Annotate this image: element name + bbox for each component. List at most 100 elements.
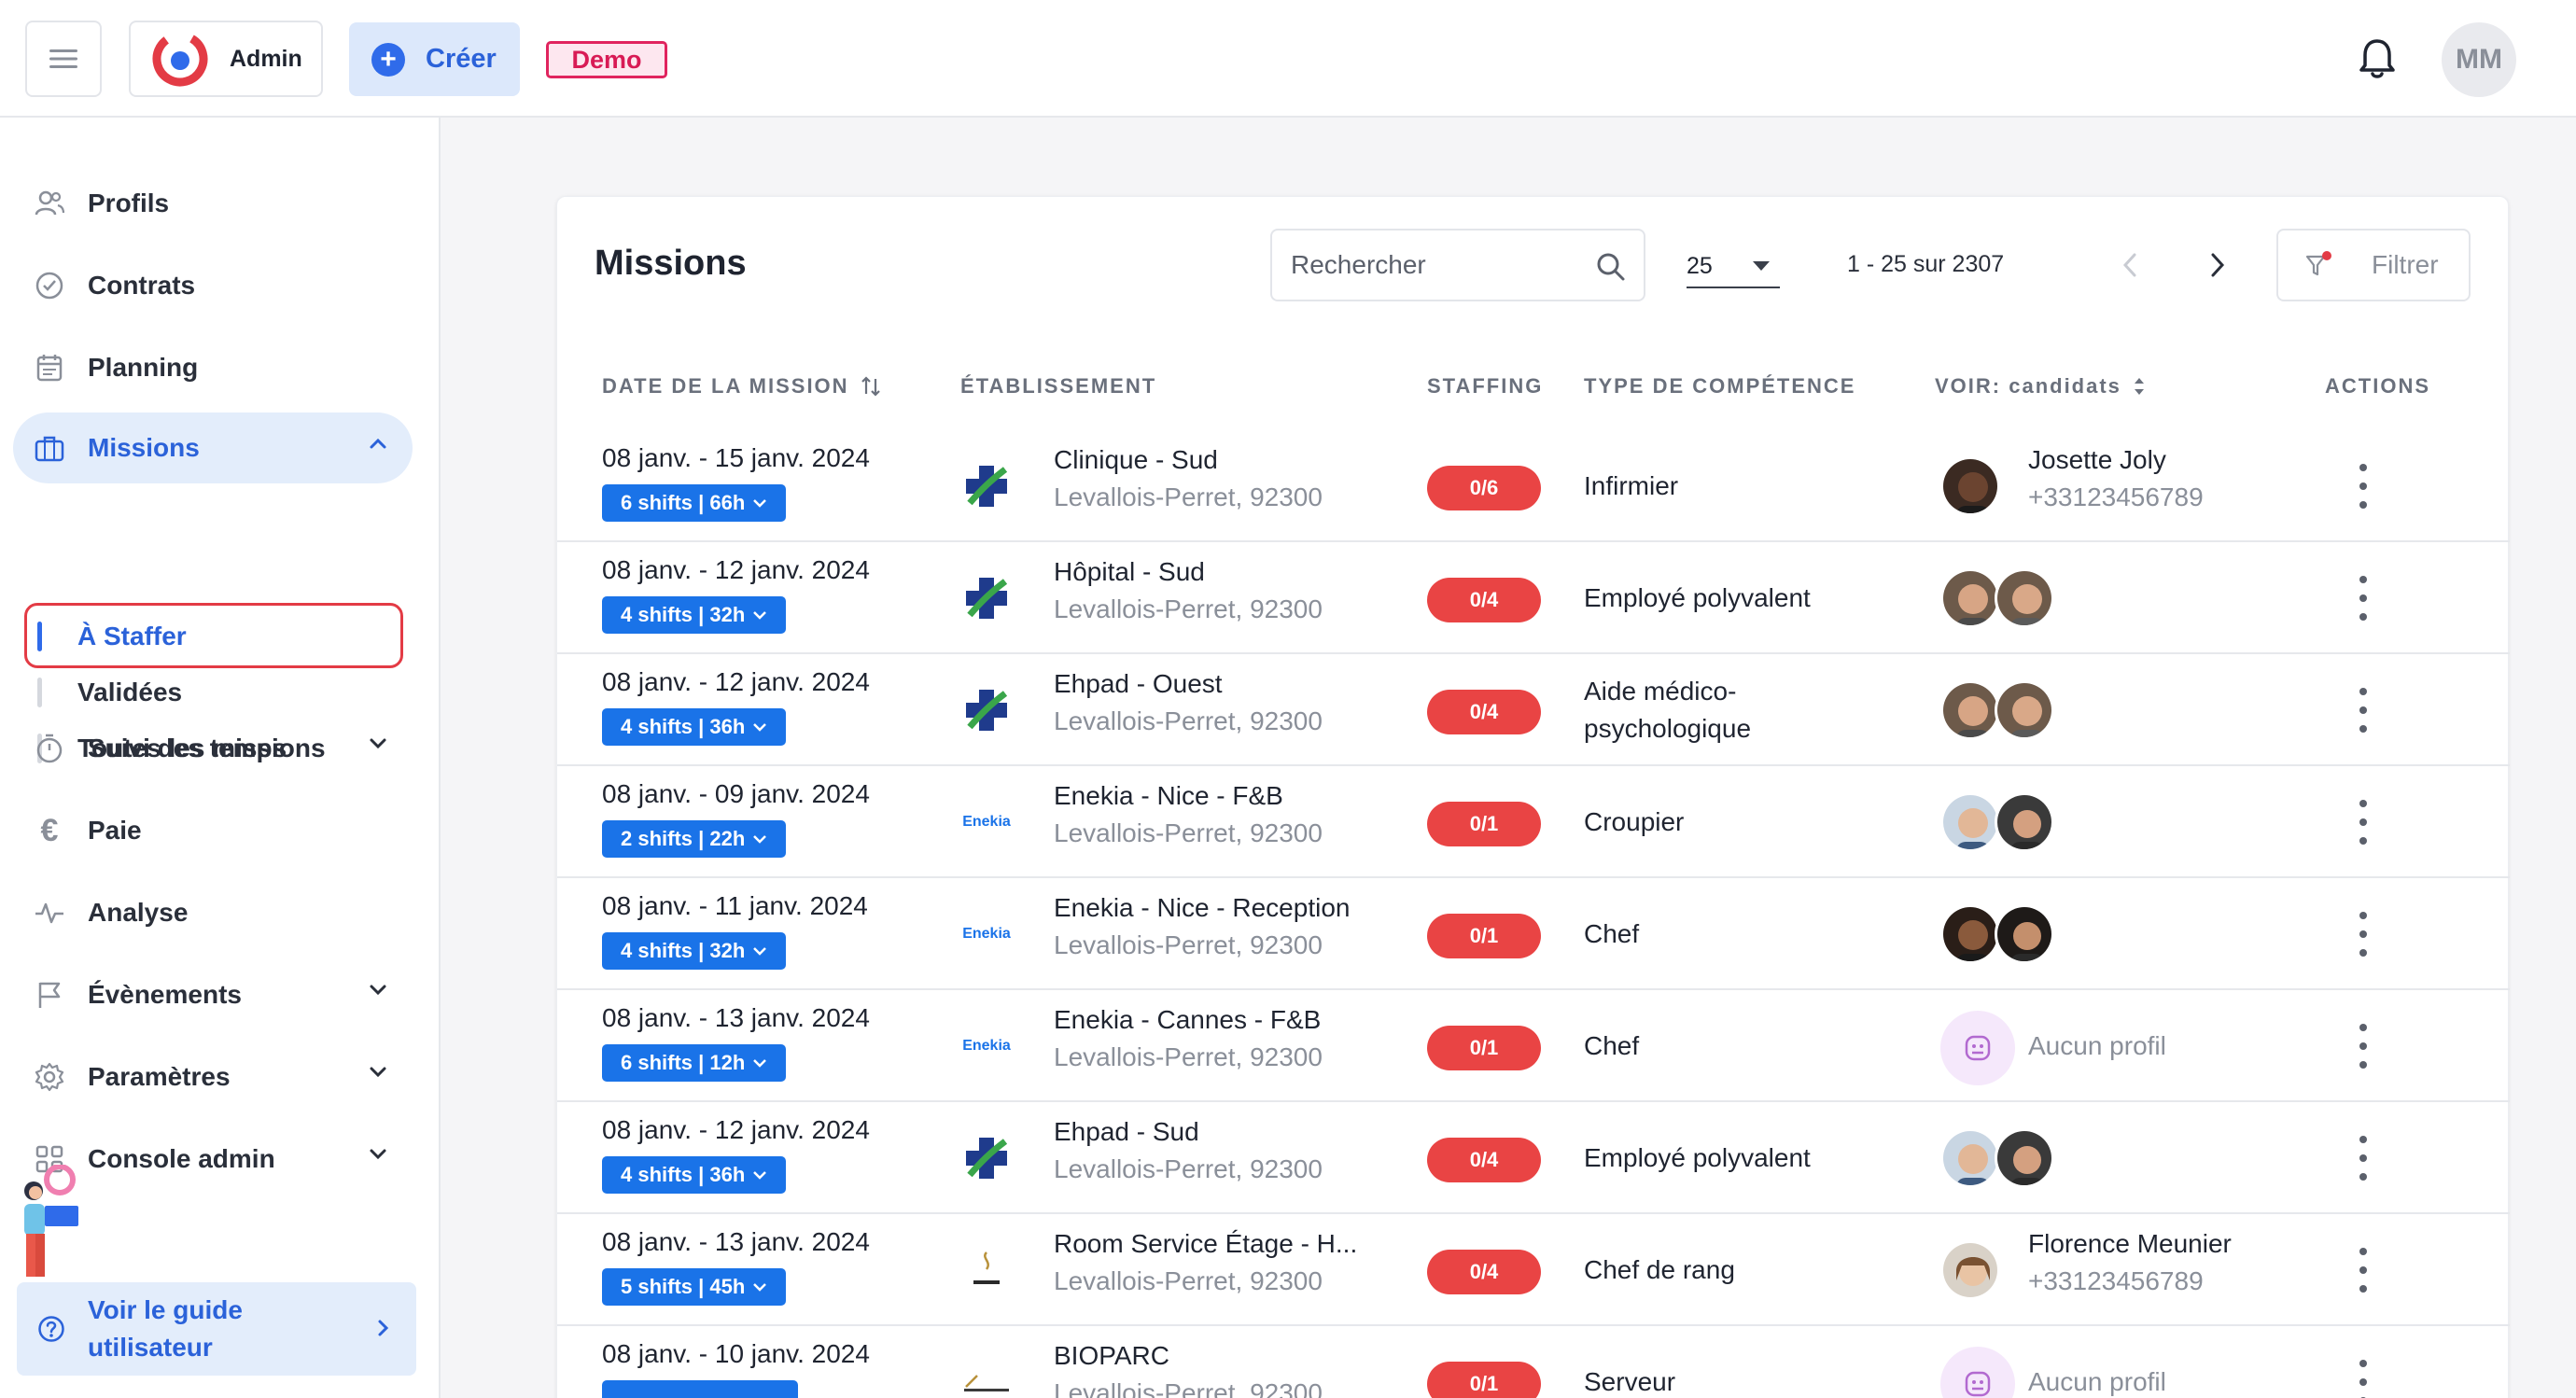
- candidate-avatar[interactable]: [1940, 792, 2000, 852]
- candidate-avatar[interactable]: [1995, 568, 2054, 628]
- shifts-label: 4 shifts | 32h: [621, 939, 746, 962]
- candidate-avatar[interactable]: [1940, 1240, 2000, 1300]
- sidebar-item-analyse[interactable]: Analyse: [13, 877, 413, 948]
- sidebar-item-suivi-des-temps[interactable]: Suivi des temps: [13, 713, 413, 784]
- enekia-logo: Enekia: [962, 1038, 1011, 1054]
- candidate-avatars[interactable]: [1940, 904, 2054, 964]
- mission-date: 08 janv. - 12 janv. 2024: [602, 1115, 870, 1144]
- shifts-dropdown[interactable]: 2 shifts | 22h: [602, 820, 787, 858]
- establishment-name[interactable]: Ehpad - Sud: [1054, 1117, 1199, 1147]
- skill-type: Employé polyvalent: [1584, 1143, 1811, 1172]
- table-row[interactable]: 08 janv. - 09 janv. 2024 2 shifts | 22h …: [557, 766, 2510, 878]
- chevron-down-icon: [753, 947, 767, 956]
- more-actions-icon[interactable]: [2349, 1248, 2377, 1293]
- candidate-avatars[interactable]: [1940, 456, 2000, 516]
- candidate-avatars[interactable]: [1940, 1240, 2000, 1300]
- per-page-value: 25: [1687, 252, 1713, 279]
- table-row[interactable]: 08 janv. - 13 janv. 2024 6 shifts | 12h …: [557, 990, 2510, 1102]
- candidate-avatars[interactable]: [1940, 680, 2054, 740]
- column-header-skill: TYPE DE COMPÉTENCE: [1584, 374, 1856, 398]
- establishment-name[interactable]: Hôpital - Sud: [1054, 557, 1205, 587]
- table-row[interactable]: 08 janv. - 12 janv. 2024 4 shifts | 32h …: [557, 542, 2510, 654]
- more-actions-icon[interactable]: [2349, 1136, 2377, 1181]
- sidebar-subitem-validees[interactable]: Validées: [37, 674, 182, 711]
- establishment-name[interactable]: Enekia - Cannes - F&B: [1054, 1005, 1321, 1035]
- establishment-name[interactable]: Enekia - Nice - Reception: [1054, 893, 1350, 923]
- establishment-name[interactable]: Clinique - Sud: [1054, 445, 1218, 475]
- more-actions-icon[interactable]: [2349, 576, 2377, 621]
- table-row[interactable]: 08 janv. - 10 janv. 2024 BIOPARC Levallo…: [557, 1326, 2510, 1398]
- table-row[interactable]: 08 janv. - 12 janv. 2024 4 shifts | 36h …: [557, 654, 2510, 766]
- staffing-badge: 0/4: [1427, 1138, 1541, 1182]
- candidate-avatar[interactable]: [1940, 904, 2000, 964]
- search-input[interactable]: Rechercher: [1270, 229, 1645, 301]
- skill-type: Chef de rang: [1584, 1255, 1735, 1284]
- candidate-avatar[interactable]: [1995, 904, 2054, 964]
- top-bar: Admin + Créer Demo MM: [0, 0, 2576, 118]
- chevron-right-icon: [378, 1320, 389, 1336]
- candidate-avatars[interactable]: [1940, 1128, 2054, 1188]
- more-actions-icon[interactable]: [2349, 800, 2377, 845]
- column-header-view[interactable]: VOIR: candidats: [1935, 374, 2146, 398]
- sidebar: Profils Contrats Planning Missions À Sta…: [0, 118, 441, 1398]
- candidate-avatar[interactable]: [1995, 1128, 2054, 1188]
- shifts-label: 4 shifts | 36h: [621, 715, 746, 738]
- candidate-avatar[interactable]: [1940, 456, 2000, 516]
- shifts-dropdown[interactable]: 4 shifts | 36h: [602, 1156, 787, 1194]
- shifts-dropdown[interactable]: 6 shifts | 66h: [602, 484, 787, 522]
- shifts-dropdown[interactable]: 4 shifts | 32h: [602, 596, 787, 634]
- chevron-left-icon[interactable]: [2121, 251, 2138, 279]
- candidate-avatar[interactable]: [1940, 680, 2000, 740]
- table-row[interactable]: 08 janv. - 13 janv. 2024 5 shifts | 45h …: [557, 1214, 2510, 1326]
- table-row[interactable]: 08 janv. - 12 janv. 2024 4 shifts | 36h …: [557, 1102, 2510, 1214]
- sidebar-item-paie[interactable]: € Paie: [13, 795, 413, 866]
- shifts-dropdown[interactable]: 6 shifts | 12h: [602, 1044, 787, 1082]
- establishment-name[interactable]: Enekia - Nice - F&B: [1054, 781, 1283, 811]
- chevron-down-icon: [753, 499, 767, 508]
- table-row[interactable]: 08 janv. - 11 janv. 2024 4 shifts | 32h …: [557, 878, 2510, 990]
- sidebar-item-profils[interactable]: Profils: [13, 168, 413, 239]
- chevron-down-icon: [370, 1149, 386, 1160]
- sidebar-subitem-a-staffer[interactable]: À Staffer: [37, 618, 187, 655]
- shifts-dropdown[interactable]: 4 shifts | 32h: [602, 932, 787, 970]
- no-profile-label: Aucun profil: [2028, 1367, 2166, 1396]
- sidebar-item-missions[interactable]: Missions: [13, 412, 413, 483]
- table-row[interactable]: 08 janv. - 15 janv. 2024 6 shifts | 66h …: [557, 430, 2510, 542]
- more-actions-icon[interactable]: [2349, 1360, 2377, 1398]
- account-switcher[interactable]: Admin: [129, 21, 323, 97]
- per-page-select[interactable]: 25: [1687, 245, 1780, 288]
- column-header-date[interactable]: DATE DE LA MISSION: [602, 374, 881, 398]
- medical-cross-icon: [959, 458, 1015, 514]
- chevron-right-icon[interactable]: [2209, 251, 2226, 279]
- more-actions-icon[interactable]: [2349, 1024, 2377, 1069]
- sidebar-item-contrats[interactable]: Contrats: [13, 250, 413, 321]
- medical-cross-icon: [959, 1130, 1015, 1186]
- candidate-avatar[interactable]: [1995, 680, 2054, 740]
- candidate-avatars[interactable]: [1940, 568, 2054, 628]
- sidebar-item-evenements[interactable]: Évènements: [13, 959, 413, 1030]
- user-avatar[interactable]: MM: [2442, 22, 2516, 97]
- skill-line: Aide médico-: [1584, 677, 1737, 706]
- candidate-avatars[interactable]: [1940, 792, 2054, 852]
- create-button[interactable]: + Créer: [349, 22, 520, 96]
- establishment-name[interactable]: Ehpad - Ouest: [1054, 669, 1223, 699]
- shifts-dropdown[interactable]: 5 shifts | 45h: [602, 1268, 787, 1306]
- shifts-dropdown[interactable]: 4 shifts | 36h: [602, 708, 787, 746]
- sidebar-item-parametres[interactable]: Paramètres: [13, 1042, 413, 1112]
- menu-button[interactable]: [25, 21, 102, 97]
- candidate-avatar[interactable]: [1940, 568, 2000, 628]
- filter-button[interactable]: Filtrer: [2276, 229, 2471, 301]
- more-actions-icon[interactable]: [2349, 688, 2377, 733]
- more-actions-icon[interactable]: [2349, 464, 2377, 509]
- missions-card: Missions Rechercher 25 1 - 25 sur 2307 F…: [556, 196, 2510, 1398]
- sidebar-item-planning[interactable]: Planning: [13, 332, 413, 403]
- bell-icon[interactable]: [2358, 37, 2397, 80]
- skill-type: Croupier: [1584, 807, 1685, 836]
- establishment-name[interactable]: BIOPARC: [1054, 1341, 1169, 1371]
- shifts-dropdown[interactable]: [602, 1380, 798, 1398]
- candidate-avatar[interactable]: [1995, 792, 2054, 852]
- user-guide-link[interactable]: Voir le guide utilisateur: [17, 1282, 416, 1376]
- candidate-avatar[interactable]: [1940, 1128, 2000, 1188]
- establishment-name[interactable]: Room Service Étage - H...: [1054, 1229, 1357, 1259]
- more-actions-icon[interactable]: [2349, 912, 2377, 957]
